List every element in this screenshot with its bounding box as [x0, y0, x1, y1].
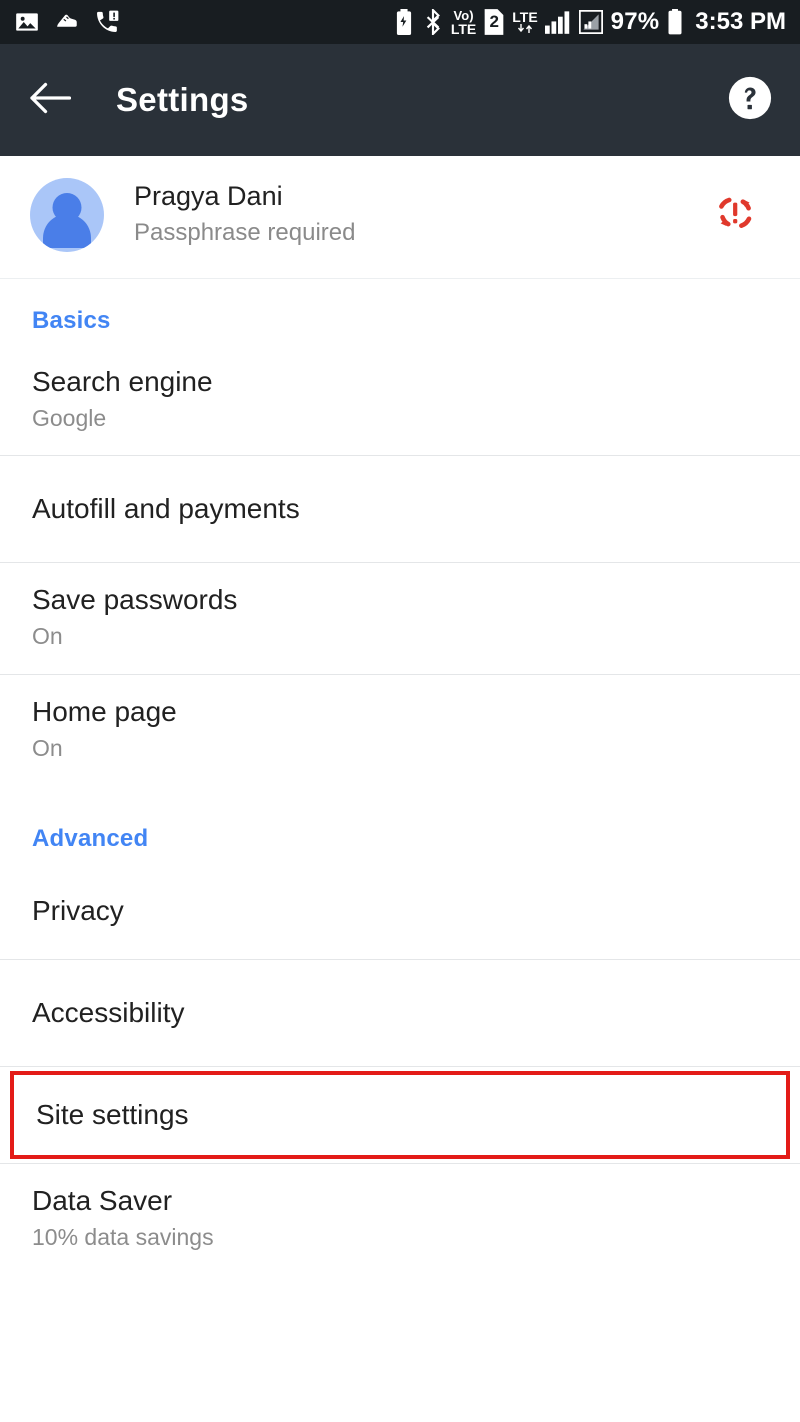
missed-call-icon: [94, 9, 120, 35]
row-title: Search engine: [32, 366, 213, 397]
avatar-body: [43, 214, 91, 248]
row-subtitle: Google: [32, 404, 107, 431]
row-subtitle: 10% data savings: [32, 1224, 214, 1251]
status-bar-right-icons: Vo) LTE 2 LTE 97% 3:53 PM: [393, 8, 786, 36]
section-header-basics: Basics: [32, 307, 111, 334]
settings-row-search-engine[interactable]: Search engine Google: [0, 345, 800, 456]
settings-row-site-settings[interactable]: Site settings: [10, 1071, 790, 1160]
sim-number-label: 2: [489, 12, 499, 31]
signal-bars-icon: [544, 10, 571, 34]
site-settings-highlight-wrapper: Site settings: [0, 1067, 800, 1163]
account-text: Pragya Dani Passphrase required: [134, 180, 712, 249]
status-bar: Vo) LTE 2 LTE 97% 3:53 PM: [0, 0, 800, 44]
status-bar-left-icons: [14, 9, 120, 35]
battery-percent-label: 97%: [610, 8, 660, 35]
account-avatar-icon: [30, 178, 104, 252]
settings-row-autofill-and-payments[interactable]: Autofill and payments: [0, 456, 800, 563]
page-title: Settings: [116, 81, 249, 118]
volte-top-label: Vo): [453, 7, 474, 23]
settings-row-save-passwords[interactable]: Save passwords On: [0, 563, 800, 674]
row-title: Site settings: [36, 1098, 189, 1130]
data-arrows-icon: [517, 24, 532, 33]
row-subtitle: On: [32, 734, 63, 761]
battery-saver-icon: [393, 9, 415, 35]
settings-row-privacy[interactable]: Privacy: [0, 863, 800, 960]
section-header-advanced: Advanced: [32, 825, 149, 853]
settings-list: Pragya Dani Passphrase required Basics S…: [0, 156, 800, 1275]
shoe-fitness-icon: [54, 9, 80, 35]
account-status: Passphrase required: [134, 219, 356, 247]
help-circle-icon: [727, 75, 773, 126]
lte-label: LTE: [512, 9, 538, 25]
row-title: Data Saver: [32, 1185, 173, 1217]
row-title: Accessibility: [32, 996, 185, 1028]
settings-row-data-saver[interactable]: Data Saver 10% data savings: [0, 1164, 800, 1275]
toolbar: Settings: [0, 44, 800, 156]
back-button[interactable]: [26, 76, 74, 124]
settings-row-accessibility[interactable]: Accessibility: [0, 960, 800, 1067]
signal-bars-2-icon: [578, 10, 604, 34]
row-title: Save passwords: [32, 584, 238, 616]
help-button[interactable]: [726, 76, 774, 124]
account-name: Pragya Dani: [134, 181, 283, 212]
lte-data-icon: LTE: [512, 9, 538, 34]
clock-label: 3:53 PM: [695, 8, 786, 35]
battery-icon: [666, 9, 684, 35]
account-row[interactable]: Pragya Dani Passphrase required: [0, 156, 800, 278]
sim2-icon: 2: [483, 8, 505, 36]
row-title: Autofill and payments: [32, 492, 300, 524]
volte-icon: Vo) LTE: [451, 9, 476, 36]
image-icon: [14, 9, 40, 35]
sync-error-icon: [712, 190, 758, 241]
volte-bottom-label: LTE: [450, 20, 477, 37]
row-title: Privacy: [32, 894, 124, 926]
row-title: Home page: [32, 695, 177, 727]
back-arrow-icon: [29, 81, 72, 120]
row-subtitle: On: [32, 623, 63, 650]
bluetooth-icon: [422, 9, 444, 35]
settings-row-home-page[interactable]: Home page On: [0, 674, 800, 786]
